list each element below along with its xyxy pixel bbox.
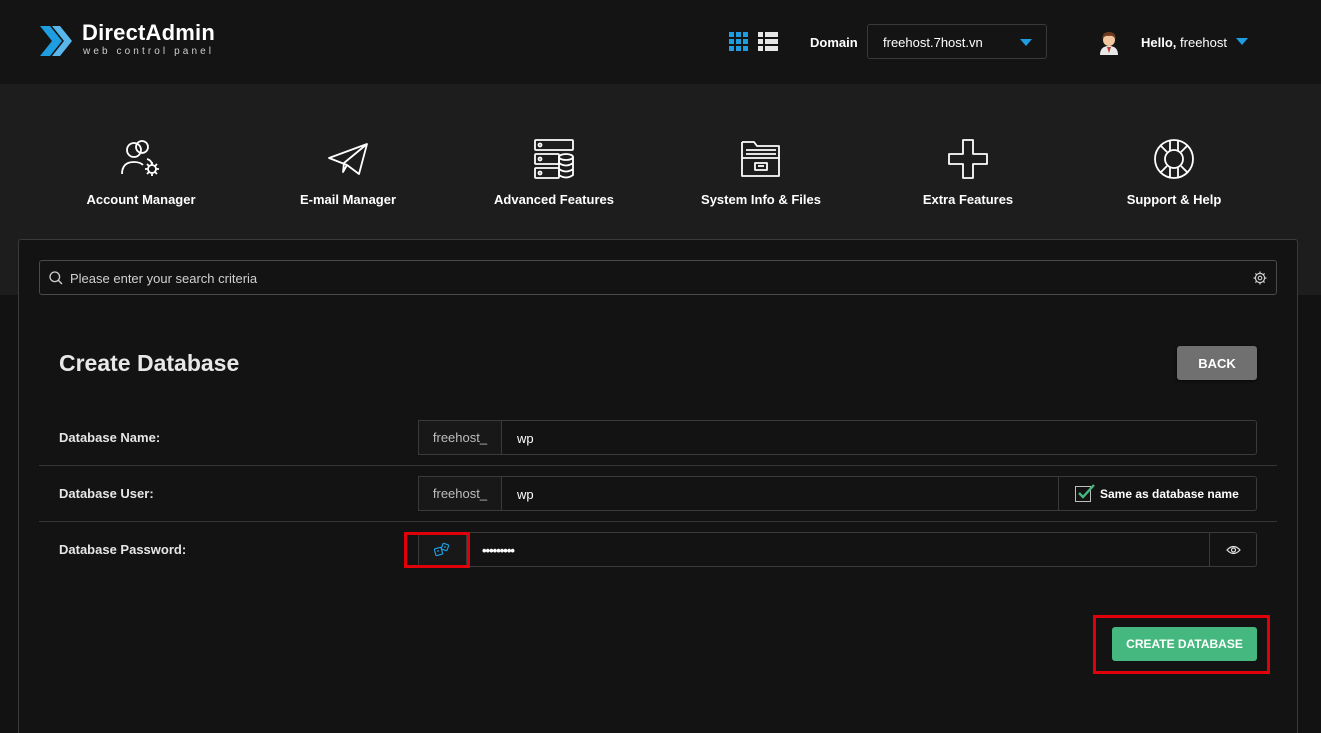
nav-system-info-files-label: System Info & Files <box>701 192 821 207</box>
search-icon <box>49 271 63 285</box>
domain-select-value: freehost.7host.vn <box>883 35 983 50</box>
database-password-field[interactable] <box>466 532 1210 567</box>
nav-account-manager[interactable]: Account Manager <box>51 138 231 214</box>
user-menu-chevron-icon[interactable] <box>1236 38 1248 45</box>
database-user-prefix: freehost_ <box>418 476 502 511</box>
same-as-database-name-label: Same as database name <box>1100 487 1239 501</box>
search-input[interactable] <box>70 268 1230 288</box>
chevron-down-icon <box>1020 39 1032 46</box>
checkmark-icon <box>1078 484 1095 499</box>
same-as-database-name-checkbox[interactable] <box>1075 484 1095 502</box>
database-name-input[interactable] <box>517 429 1196 447</box>
row-divider <box>39 521 1277 522</box>
nav-email-manager-label: E-mail Manager <box>299 192 397 207</box>
database-user-input[interactable] <box>517 485 1018 503</box>
database-password-label: Database Password: <box>59 542 187 557</box>
search-bar[interactable] <box>39 260 1277 295</box>
page-title: Create Database <box>59 350 240 376</box>
list-view-icon[interactable] <box>758 32 778 51</box>
nav-email-manager[interactable]: E-mail Manager <box>258 138 438 214</box>
create-database-button[interactable]: CREATE DATABASE <box>1112 627 1257 661</box>
database-name-field[interactable] <box>501 420 1257 455</box>
show-password-button[interactable] <box>1209 532 1257 567</box>
domain-select[interactable]: freehost.7host.vn <box>867 24 1047 59</box>
nav-advanced-features-label: Advanced Features <box>494 192 614 207</box>
server-database-icon <box>534 139 574 179</box>
nav-account-manager-label: Account Manager <box>86 192 196 207</box>
greeting-text: Hello, <box>1141 35 1177 50</box>
row-divider <box>39 465 1277 466</box>
database-user-field[interactable] <box>501 476 1059 511</box>
back-button[interactable]: BACK <box>1177 346 1257 380</box>
user-avatar-icon[interactable] <box>1096 29 1122 55</box>
account-manager-icon <box>121 140 159 176</box>
logo-chevron-icon <box>40 26 72 56</box>
folder-icon <box>741 141 780 177</box>
user-greeting[interactable]: Hello, freehost <box>1141 35 1227 50</box>
domain-label: Domain <box>810 35 858 50</box>
generate-password-highlight <box>404 532 470 568</box>
nav-advanced-features[interactable]: Advanced Features <box>464 138 644 214</box>
lifebuoy-icon <box>1154 139 1194 179</box>
plus-icon <box>948 139 988 179</box>
nav-extra-features[interactable]: Extra Features <box>878 138 1058 214</box>
nav-extra-features-label: Extra Features <box>922 192 1014 207</box>
same-as-database-name-option[interactable]: Same as database name <box>1058 476 1257 511</box>
top-bar: DirectAdmin web control panel Domain fre… <box>0 0 1321 84</box>
gear-icon[interactable] <box>1253 271 1267 285</box>
database-name-label: Database Name: <box>59 430 161 445</box>
logo-subtitle: web control panel <box>83 46 215 57</box>
logo-title: DirectAdmin <box>82 20 215 45</box>
nav-system-info-files[interactable]: System Info & Files <box>671 138 851 214</box>
database-user-label: Database User: <box>59 486 154 501</box>
database-password-input[interactable] <box>482 541 1150 559</box>
nav-support-help[interactable]: Support & Help <box>1084 138 1264 214</box>
database-name-prefix: freehost_ <box>418 420 502 455</box>
grid-view-icon[interactable] <box>729 32 748 51</box>
nav-support-help-label: Support & Help <box>1126 192 1222 207</box>
paper-plane-icon <box>328 143 368 175</box>
directadmin-logo[interactable]: DirectAdmin web control panel <box>38 20 238 64</box>
username: freehost <box>1180 35 1228 50</box>
eye-icon <box>1226 545 1241 555</box>
